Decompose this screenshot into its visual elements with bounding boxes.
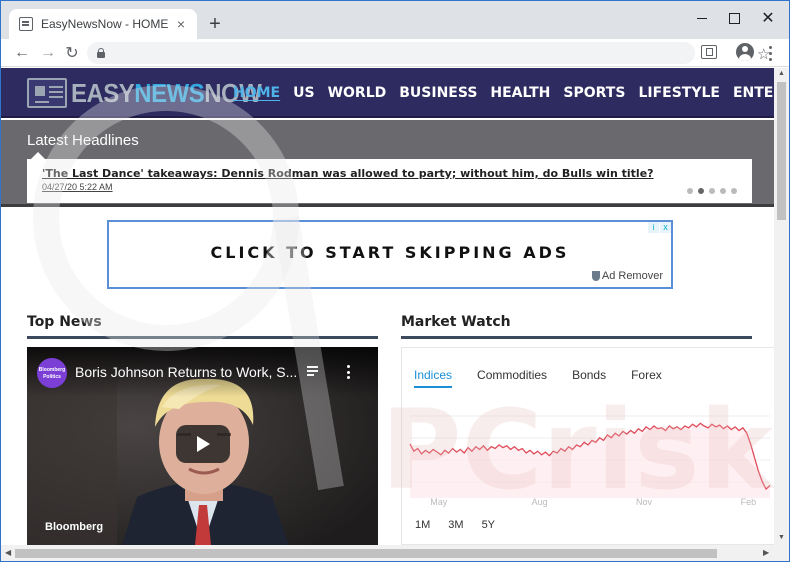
scroll-left-icon[interactable]: ◀ [5,548,11,557]
chart-x-tick-label: Feb [741,497,757,507]
page-viewport: EASYNEWSNOW HOME US WORLD BUSINESS HEALTH SPO… [1,68,774,545]
video-player[interactable]: Bloomberg Politics Boris Johnson Returns… [27,347,378,545]
carousel-dots [687,188,742,194]
window-close-button[interactable]: ✕ [753,7,783,29]
market-tabs: Indices Commodities Bonds Forex [414,368,687,388]
nav-item-lifestyle[interactable]: LIFESTYLE [638,84,720,102]
nav-item-sports[interactable]: SPORTS [563,84,625,102]
tab-bonds[interactable]: Bonds [572,368,606,388]
carousel-dot[interactable] [731,188,737,194]
back-button[interactable]: ← [11,42,33,64]
nav-item-entertainment[interactable]: ENTERTAINMENT [733,84,774,102]
ad-remover-label: Ad Remover [591,270,663,282]
ad-remover-text: Ad Remover [601,270,663,282]
chart-x-tick-label: Aug [532,497,548,507]
headline-card: 'The Last Dance' takeaways: Dennis Rodma… [27,152,752,203]
video-brand: Bloomberg [45,521,104,533]
chart-x-tick-label: Nov [636,497,653,507]
new-tab-button[interactable]: + [205,14,225,34]
top-news-rule [27,336,378,339]
play-button[interactable] [176,425,230,463]
headline-link[interactable]: 'The Last Dance' takeaways: Dennis Rodma… [42,167,654,180]
carousel-dot[interactable] [698,188,704,194]
channel-avatar[interactable]: Bloomberg Politics [37,358,67,388]
market-watch-title: Market Watch [401,314,511,330]
vertical-scrollbar[interactable]: ▲ ▼ [774,68,789,545]
main-nav: HOME US WORLD BUSINESS HEALTH SPORTS LIFESTYLE… [233,84,774,102]
video-title[interactable]: Boris Johnson Returns to Work, S... [75,364,297,380]
market-watch-panel: Indices Commodities Bonds Forex May Aug Nov Fe… [401,347,774,545]
scroll-down-icon[interactable]: ▼ [778,534,785,541]
range-button-3m[interactable]: 3M [448,519,463,531]
nav-item-health[interactable]: HEALTH [490,84,550,102]
newspaper-favicon-icon [19,17,33,31]
chart-range-buttons: 1M 3M 5Y [415,519,513,531]
browser-tab[interactable]: EasyNewsNow - HOME × [9,9,197,39]
address-bar[interactable]: ☆ [87,42,770,64]
ad-info-icon[interactable]: i [648,222,659,233]
market-chart: May Aug Nov Feb [409,415,771,507]
scroll-up-icon[interactable]: ▲ [778,70,785,77]
nav-item-business[interactable]: BUSINESS [399,84,477,102]
nav-item-us[interactable]: US [293,84,314,102]
ad-text[interactable]: CLICK TO START SKIPPING ADS [109,243,671,262]
carousel-dot[interactable] [709,188,715,194]
nav-item-home[interactable]: HOME [233,84,280,102]
tab-title: EasyNewsNow - HOME [41,17,169,31]
market-watch-rule [401,336,752,339]
vertical-scroll-thumb[interactable] [777,82,786,220]
headlines-title: Latest Headlines [27,132,139,149]
browser-toolbar: ← → ↻ ☆ [1,39,789,67]
more-options-icon[interactable] [347,365,351,379]
profile-avatar-icon[interactable] [736,43,754,61]
forward-button[interactable]: → [37,42,59,64]
watch-later-queue-icon[interactable] [307,366,321,378]
lock-icon[interactable] [97,48,105,58]
tab-close-icon[interactable]: × [173,16,189,32]
minimize-button[interactable] [687,7,717,29]
ad-close-icon[interactable]: x [660,222,671,233]
range-button-1m[interactable]: 1M [415,519,430,531]
tab-forex[interactable]: Forex [631,368,662,388]
nav-item-world[interactable]: WORLD [328,84,387,102]
scroll-right-icon[interactable]: ▶ [763,548,769,557]
top-news-title: Top News [27,314,102,330]
latest-headlines: Latest Headlines 'The Last Dance' takeaw… [1,120,774,206]
maximize-button[interactable] [719,7,749,29]
site-header: EASYNEWSNOW HOME US WORLD BUSINESS HEALTH SPO… [1,68,774,118]
ad-choices[interactable]: i x [648,222,671,233]
carousel-dot[interactable] [687,188,693,194]
browser-menu-icon[interactable] [763,44,777,62]
newspaper-logo-icon [27,78,67,108]
chart-area-fill [410,423,770,498]
range-button-5y[interactable]: 5Y [482,519,495,531]
reload-button[interactable]: ↻ [61,42,83,64]
shield-icon [591,271,600,281]
ad-banner[interactable]: CLICK TO START SKIPPING ADS i x Ad Remov… [107,220,673,289]
headlines-divider [1,204,774,207]
tab-indices[interactable]: Indices [414,368,453,388]
extension-icon[interactable] [701,45,717,59]
chart-x-tick-label: May [430,497,448,507]
headline-date[interactable]: 04/27/20 5:22 AM [42,182,113,192]
tab-strip: EasyNewsNow - HOME × + ✕ [1,1,789,39]
tab-commodities[interactable]: Commodities [477,368,547,388]
carousel-dot[interactable] [720,188,726,194]
horizontal-scroll-thumb[interactable] [15,549,717,558]
horizontal-scrollbar[interactable]: ◀ ▶ [1,545,789,561]
browser-window: EasyNewsNow - HOME × + ✕ ← → ↻ ☆ EASYNEW… [0,0,790,562]
